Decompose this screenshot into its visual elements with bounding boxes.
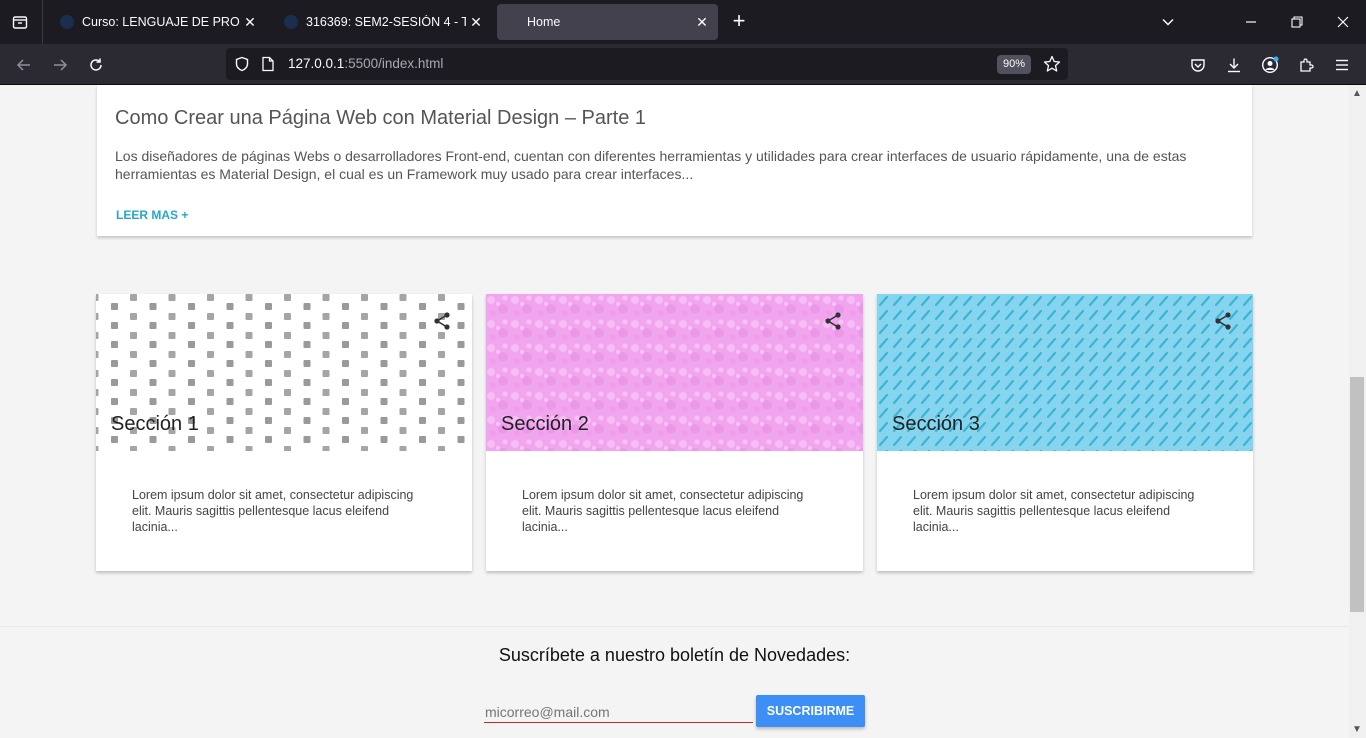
download-icon[interactable] [1223,54,1245,76]
reload-icon[interactable] [85,54,107,76]
tab-title: 316369: SEM2-SESIÓN 4 - TALLER [306,15,466,29]
tab-title: Home [527,15,561,29]
newsletter-section: Suscríbete a nuestro boletín de Novedade… [0,626,1349,738]
minimize-icon[interactable] [1241,12,1261,32]
card-text: Lorem ipsum dolor sit amet, consectetur … [132,488,414,534]
tab-title: Curso: LENGUAJE DE PROGRAMACIÓN [82,15,240,29]
share-icon[interactable] [823,311,843,331]
shield-icon[interactable] [234,56,250,77]
article-title: Como Crear una Página Web con Material D… [115,107,647,129]
browser-nav-bar: 127.0.0.1:5500/index.html 90% [0,44,1366,85]
extensions-icon[interactable] [1295,54,1317,76]
close-tab-icon[interactable]: ✕ [692,12,712,32]
scroll-down-icon[interactable]: ▼ [1352,724,1362,735]
section-card: Sección 1 Lorem ipsum dolor sit amet, co… [96,294,472,571]
page-content: Como Crear una Página Web con Material D… [0,85,1349,738]
article-text: Los diseñadores de páginas Webs o desarr… [115,148,1187,182]
subscribe-button[interactable]: SUSCRIBIRME [756,695,865,727]
tab-separator [42,0,43,44]
article-card: Como Crear una Página Web con Material D… [97,85,1252,236]
url-path: :5500/index.html [344,56,444,71]
url-text[interactable]: 127.0.0.1:5500/index.html [288,56,443,71]
close-tab-icon[interactable]: ✕ [240,12,260,32]
email-field[interactable] [484,701,753,723]
pocket-icon[interactable] [1187,54,1209,76]
share-icon[interactable] [1213,311,1233,331]
url-host: 127.0.0.1 [288,56,345,71]
chevron-down-icon[interactable] [1158,12,1178,32]
section-card: Sección 3 Lorem ipsum dolor sit amet, co… [877,294,1253,571]
tab-favicon [60,15,74,29]
section-card: Sección 2 Lorem ipsum dolor sit amet, co… [486,294,863,571]
card-title: Sección 2 [501,413,589,435]
browser-tab-bar: Curso: LENGUAJE DE PROGRAMACIÓN ✕ 316369… [0,0,1366,44]
tab-curso[interactable]: Curso: LENGUAJE DE PROGRAMACIÓN ✕ [48,4,266,40]
menu-icon[interactable] [1331,54,1353,76]
restore-icon[interactable] [1287,12,1307,32]
card-title: Sección 1 [111,413,199,435]
card-text: Lorem ipsum dolor sit amet, consectetur … [913,488,1195,534]
url-bar[interactable]: 127.0.0.1:5500/index.html 90% [226,48,1068,80]
tab-list-icon[interactable] [8,10,32,34]
read-more-link[interactable]: LEER MAS + [116,208,188,222]
tab-favicon [284,15,298,29]
close-window-icon[interactable] [1333,12,1353,32]
close-tab-icon[interactable]: ✕ [466,12,486,32]
share-icon[interactable] [432,311,452,331]
back-icon[interactable] [13,54,35,76]
card-text: Lorem ipsum dolor sit amet, consectetur … [522,488,804,534]
forward-icon[interactable] [49,54,71,76]
page-icon[interactable] [261,56,275,77]
tab-home[interactable]: Home ✕ [497,4,718,40]
scrollbar-thumb[interactable] [1350,377,1364,612]
newsletter-heading: Suscríbete a nuestro boletín de Novedade… [498,645,851,665]
account-icon[interactable] [1259,54,1281,76]
zoom-badge[interactable]: 90% [997,55,1032,74]
new-tab-button[interactable]: + [728,10,750,33]
bookmark-star-icon[interactable] [1043,55,1061,78]
scroll-up-icon[interactable]: ▲ [1352,88,1362,99]
card-title: Sección 3 [892,413,980,435]
tab-sesion[interactable]: 316369: SEM2-SESIÓN 4 - TALLER ✕ [272,4,492,40]
